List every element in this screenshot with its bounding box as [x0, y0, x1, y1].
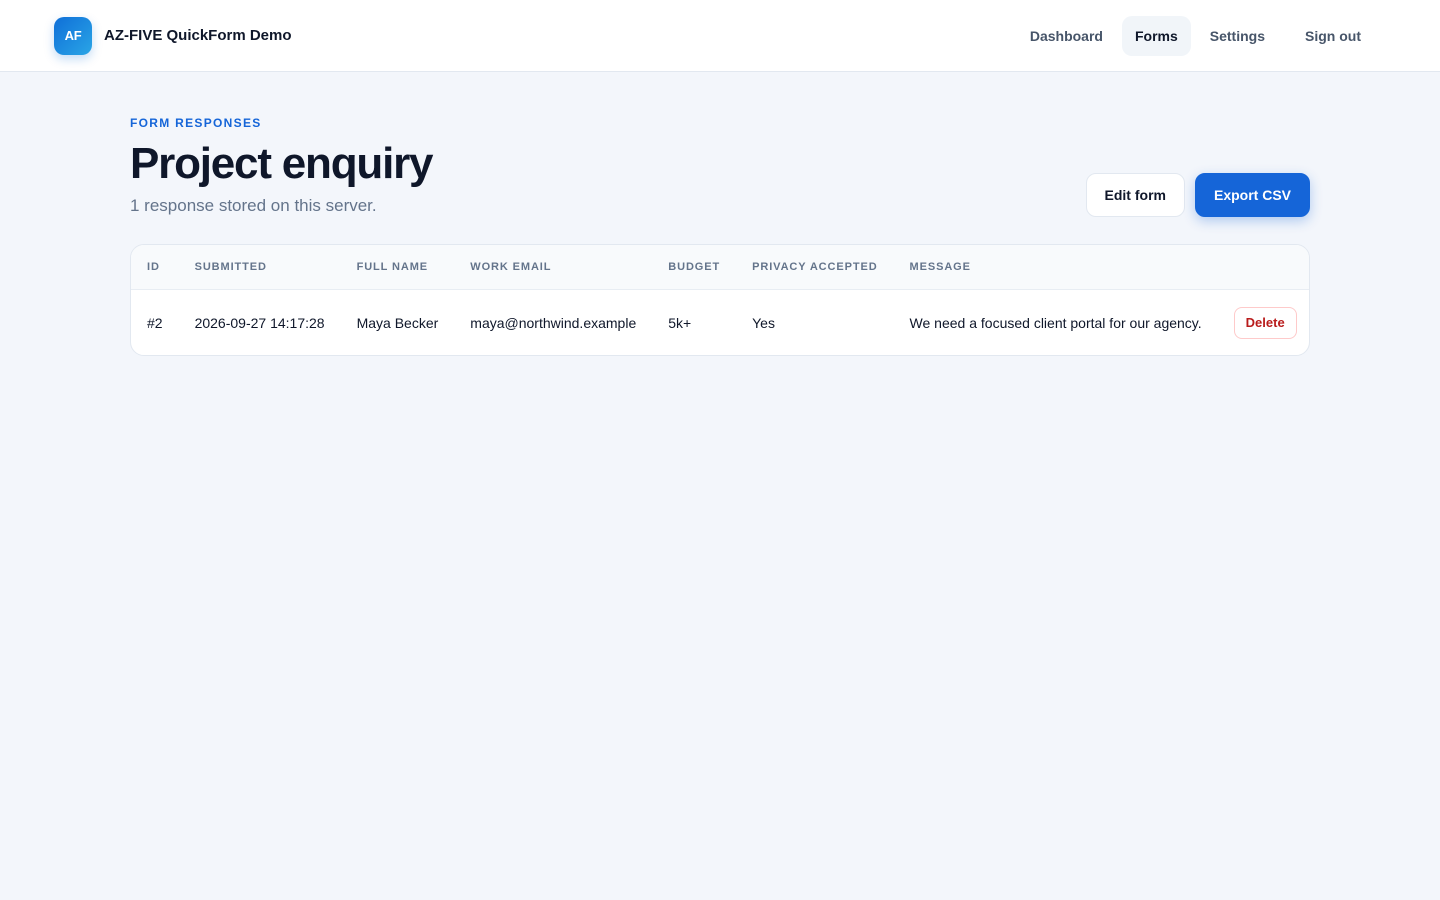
page-header: FORM RESPONSES Project enquiry 1 respons… — [130, 116, 1310, 218]
nav-sign-out[interactable]: Sign out — [1292, 16, 1374, 56]
column-header-submitted: SUBMITTED — [178, 245, 341, 290]
column-header-message: MESSAGE — [893, 245, 1218, 290]
cell-full-name: Maya Becker — [356, 314, 439, 331]
column-header-full-name: FULL NAME — [340, 245, 455, 290]
page-actions: Edit form Export CSV — [1085, 173, 1310, 218]
column-header-id: ID — [131, 245, 179, 290]
delete-response-button[interactable]: Delete — [1233, 306, 1297, 339]
brand[interactable]: AF AZ-FIVE QuickForm Demo — [54, 16, 292, 55]
cell-id: #2 — [147, 314, 163, 331]
responses-table-card: ID SUBMITTED FULL NAME WORK EMAIL BUDGET… — [130, 244, 1310, 357]
page-heading-group: FORM RESPONSES Project enquiry 1 respons… — [130, 116, 434, 216]
cell-actions: Delete — [1218, 289, 1309, 355]
column-header-work-email: WORK EMAIL — [454, 245, 653, 290]
column-header-actions — [1217, 245, 1309, 290]
page-eyebrow: FORM RESPONSES — [130, 116, 262, 130]
page-title: Project enquiry — [130, 139, 434, 188]
table-row: #2 2026-09-27 14:17:28 Maya Becker maya@… — [131, 289, 1309, 355]
column-header-budget: BUDGET — [652, 245, 737, 290]
cell-message: We need a focused client portal for our … — [909, 314, 1202, 331]
edit-form-button[interactable]: Edit form — [1085, 173, 1185, 218]
nav-settings[interactable]: Settings — [1197, 16, 1278, 56]
cell-privacy-accepted: Yes — [752, 314, 775, 331]
nav-forms[interactable]: Forms — [1121, 15, 1191, 56]
page-subtitle: 1 response stored on this server. — [130, 196, 377, 216]
column-header-privacy-accepted: PRIVACY ACCEPTED — [736, 245, 894, 290]
table-header: ID SUBMITTED FULL NAME WORK EMAIL BUDGET… — [131, 245, 1309, 290]
app-logo-icon: AF — [54, 16, 92, 55]
table-header-row: ID SUBMITTED FULL NAME WORK EMAIL BUDGET… — [131, 245, 1309, 290]
cell-submitted: 2026-09-27 14:17:28 — [194, 314, 325, 331]
top-navigation-bar: AF AZ-FIVE QuickForm Demo Dashboard Form… — [0, 0, 1440, 72]
cell-budget: 5k+ — [668, 314, 692, 331]
app-name: AZ-FIVE QuickForm Demo — [104, 27, 292, 44]
responses-table: ID SUBMITTED FULL NAME WORK EMAIL BUDGET… — [131, 245, 1309, 355]
main-nav: Dashboard Forms Settings Sign out — [1017, 15, 1374, 56]
export-csv-button[interactable]: Export CSV — [1194, 173, 1310, 218]
main-content: FORM RESPONSES Project enquiry 1 respons… — [0, 72, 1440, 357]
nav-dashboard[interactable]: Dashboard — [1017, 16, 1116, 56]
cell-work-email: maya@northwind.example — [470, 314, 637, 331]
table-body: #2 2026-09-27 14:17:28 Maya Becker maya@… — [131, 289, 1309, 355]
